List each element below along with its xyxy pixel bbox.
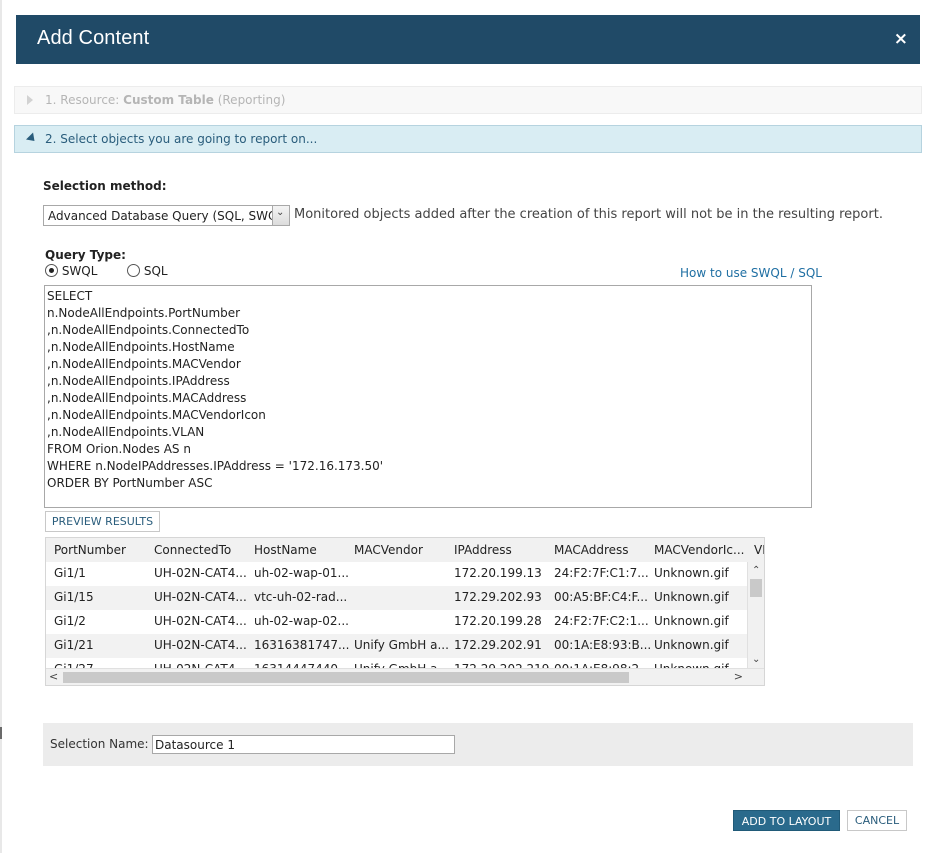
radio-sql[interactable]: SQL xyxy=(127,264,168,278)
table-cell: 172.29.202.91 xyxy=(454,638,542,652)
scroll-down-icon[interactable]: ⌄ xyxy=(752,654,760,665)
query-line: ,n.NodeAllEndpoints.VLAN xyxy=(47,425,205,439)
table-row[interactable]: Gi1/15 UH-02N-CAT4... vtc-uh-02-rad... 1… xyxy=(46,586,748,610)
dropdown-button[interactable]: ⌄ xyxy=(272,206,289,225)
radio-sql-circle[interactable] xyxy=(127,264,140,277)
chevron-down-icon: ⌄ xyxy=(276,207,285,218)
query-line: ,n.NodeAllEndpoints.HostName xyxy=(47,340,235,354)
selection-method-note: Monitored objects added after the creati… xyxy=(294,207,883,222)
table-cell: Unknown.gif xyxy=(654,638,729,652)
table-cell: UH-02N-CAT4... xyxy=(154,590,247,604)
cancel-button[interactable]: CANCEL xyxy=(847,810,907,831)
grid-header-row: PortNumber ConnectedTo HostName MACVendo… xyxy=(46,538,764,562)
radio-swql[interactable]: SWQL xyxy=(45,264,97,278)
table-cell: Unify GmbH a... xyxy=(354,638,449,652)
column-header-connectedto[interactable]: ConnectedTo xyxy=(154,543,250,557)
step-resource-prefix: 1. Resource: xyxy=(45,93,124,107)
table-cell: 172.29.202.93 xyxy=(454,590,542,604)
step-select-objects-label: 2. Select objects you are going to repor… xyxy=(45,132,318,146)
close-icon[interactable]: × xyxy=(894,29,908,49)
table-cell: UH-02N-CAT4... xyxy=(154,566,247,580)
column-header-hostname[interactable]: HostName xyxy=(254,543,350,557)
step-resource[interactable]: 1. Resource: Custom Table (Reporting) xyxy=(14,86,922,114)
selection-name-label: Selection Name: xyxy=(50,737,149,751)
query-line: FROM Orion.Nodes AS n xyxy=(47,442,191,456)
table-cell: 16316381747.... xyxy=(254,638,350,652)
howto-swql-sql-link[interactable]: How to use SWQL / SQL xyxy=(680,266,822,280)
query-line: n.NodeAllEndpoints.PortNumber xyxy=(47,306,241,320)
vertical-scrollbar[interactable]: ⌃ ⌄ xyxy=(747,562,764,670)
step-select-objects[interactable]: 2. Select objects you are going to repor… xyxy=(14,125,922,153)
table-cell: Unknown.gif xyxy=(654,614,729,628)
radio-swql-circle[interactable] xyxy=(45,264,58,277)
window-edge-mark xyxy=(0,727,2,739)
expanded-arrow-icon xyxy=(25,132,39,145)
preview-results-grid: PortNumber ConnectedTo HostName MACVendo… xyxy=(45,537,765,686)
query-line: SELECT xyxy=(47,289,93,303)
column-header-ipaddress[interactable]: IPAddress xyxy=(454,543,550,557)
table-cell: uh-02-wap-02... xyxy=(254,614,349,628)
column-header-macaddress[interactable]: MACAddress xyxy=(554,543,650,557)
query-line: ,n.NodeAllEndpoints.MACVendorIcon xyxy=(47,408,266,422)
table-cell: Unknown.gif xyxy=(654,590,729,604)
scroll-left-icon[interactable]: < xyxy=(49,670,58,683)
table-cell: vtc-uh-02-rad... xyxy=(254,590,348,604)
table-cell: Gi1/21 xyxy=(54,638,94,652)
dialog-header: Add Content × xyxy=(16,15,920,64)
selection-method-label: Selection method: xyxy=(43,179,167,193)
dialog-title: Add Content xyxy=(37,27,150,49)
selection-name-bar: Selection Name: xyxy=(43,723,913,766)
table-cell: 172.20.199.13 xyxy=(454,566,542,580)
table-cell: 24:F2:7F:C1:7... xyxy=(554,566,649,580)
vertical-scroll-thumb[interactable] xyxy=(750,579,762,597)
query-line: ,n.NodeAllEndpoints.MACAddress xyxy=(47,391,247,405)
table-cell: Gi1/1 xyxy=(54,566,86,580)
table-cell: 00:A5:BF:C4:F... xyxy=(554,590,648,604)
preview-results-button[interactable]: PREVIEW RESULTS xyxy=(45,511,160,532)
table-cell: UH-02N-CAT4... xyxy=(154,614,247,628)
horizontal-scroll-thumb[interactable] xyxy=(63,672,629,683)
horizontal-scrollbar[interactable]: < > xyxy=(46,668,764,685)
column-header-portnumber[interactable]: PortNumber xyxy=(54,543,150,557)
table-row[interactable]: Gi1/1 UH-02N-CAT4... uh-02-wap-01... 172… xyxy=(46,562,748,586)
column-header-macvendor[interactable]: MACVendor xyxy=(354,543,450,557)
query-line: WHERE n.NodeIPAddresses.IPAddress = '172… xyxy=(47,459,384,473)
selection-method-select[interactable]: Advanced Database Query (SQL, SWQL) ⌄ xyxy=(43,205,290,226)
collapsed-arrow-icon xyxy=(27,95,33,105)
query-type-label: Query Type: xyxy=(45,248,126,262)
selection-name-input[interactable] xyxy=(152,735,455,754)
step-resource-suffix: (Reporting) xyxy=(213,93,286,107)
step-resource-label: 1. Resource: Custom Table (Reporting) xyxy=(45,93,285,107)
table-row[interactable]: Gi1/21 UH-02N-CAT4... 16316381747.... Un… xyxy=(46,634,748,658)
table-cell: Gi1/2 xyxy=(54,614,86,628)
scroll-up-icon[interactable]: ⌃ xyxy=(752,565,760,576)
query-line: ,n.NodeAllEndpoints.IPAddress xyxy=(47,374,230,388)
table-cell: 24:F2:7F:C2:1... xyxy=(554,614,649,628)
table-cell: Gi1/15 xyxy=(54,590,94,604)
table-cell: uh-02-wap-01... xyxy=(254,566,349,580)
column-header-macvendoricon[interactable]: MACVendorIc... xyxy=(654,543,750,557)
query-line: ,n.NodeAllEndpoints.ConnectedTo xyxy=(47,323,250,337)
window-edge xyxy=(0,0,2,853)
scroll-right-icon[interactable]: > xyxy=(734,670,743,683)
query-line: ,n.NodeAllEndpoints.MACVendor xyxy=(47,357,241,371)
selection-method-value: Advanced Database Query (SQL, SWQL) xyxy=(48,209,289,223)
add-to-layout-button[interactable]: ADD TO LAYOUT xyxy=(733,810,840,831)
table-cell: Unknown.gif xyxy=(654,566,729,580)
table-cell: UH-02N-CAT4... xyxy=(154,638,247,652)
column-header-vlan[interactable]: VL xyxy=(754,543,764,557)
table-cell: 00:1A:E8:93:B... xyxy=(554,638,650,652)
radio-sql-label: SQL xyxy=(143,264,168,278)
table-cell: 172.20.199.28 xyxy=(454,614,542,628)
step-resource-name: Custom Table xyxy=(123,93,214,107)
query-textarea[interactable]: SELECT n.NodeAllEndpoints.PortNumber ,n.… xyxy=(44,285,812,508)
radio-swql-label: SWQL xyxy=(61,264,98,278)
query-line: ORDER BY PortNumber ASC xyxy=(47,476,213,490)
table-row[interactable]: Gi1/2 UH-02N-CAT4... uh-02-wap-02... 172… xyxy=(46,610,748,634)
